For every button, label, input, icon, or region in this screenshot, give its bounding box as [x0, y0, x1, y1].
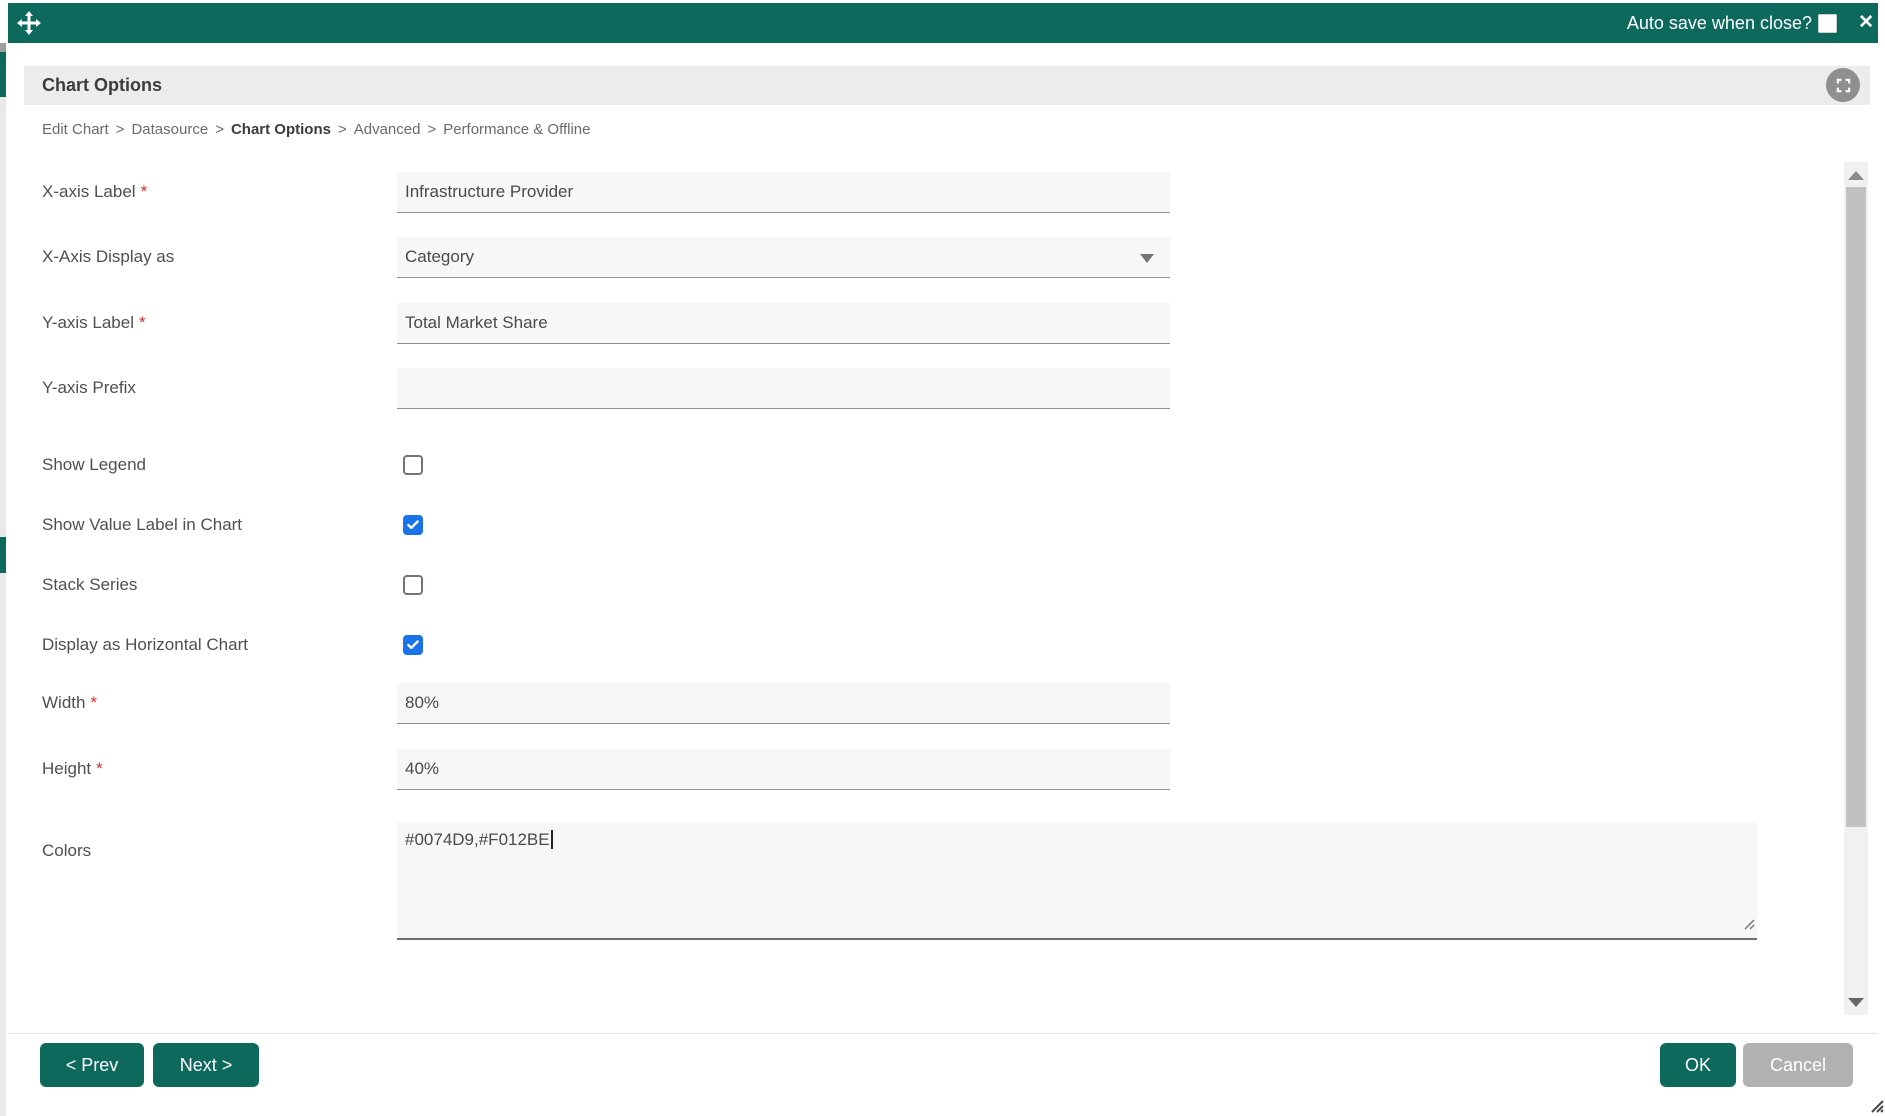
x-axis-display-as-select[interactable]: Category: [397, 237, 1170, 278]
background-sliver: [0, 573, 6, 1116]
next-button[interactable]: Next >: [153, 1043, 259, 1087]
field-label-stack-series: Stack Series: [42, 575, 138, 594]
background-sliver: [0, 537, 6, 573]
cancel-button[interactable]: Cancel: [1743, 1043, 1853, 1087]
text-cursor: [550, 830, 553, 849]
page-title: Chart Options: [42, 75, 162, 95]
scrollbar-thumb[interactable]: [1846, 187, 1866, 827]
dialog-titlebar: Auto save when close? ✕: [8, 3, 1878, 43]
fullscreen-icon: [1836, 78, 1850, 92]
field-label-y-axis-prefix: Y-axis Prefix: [42, 378, 136, 397]
breadcrumb: Edit Chart > Datasource > Chart Options > Adva…: [42, 121, 591, 138]
background-sliver: [0, 43, 6, 52]
breadcrumb-item-performance-offline[interactable]: Performance & Offline: [443, 121, 590, 138]
close-icon[interactable]: ✕: [1858, 3, 1874, 43]
check-icon: [407, 640, 419, 650]
required-marker: *: [96, 759, 103, 778]
colors-value: #0074D9,#F012BE: [405, 830, 550, 849]
field-label-show-value-label: Show Value Label in Chart: [42, 515, 243, 534]
breadcrumb-separator: >: [427, 121, 437, 138]
show-legend-checkbox[interactable]: [403, 455, 423, 475]
breadcrumb-separator: >: [115, 121, 125, 138]
required-marker: *: [90, 693, 98, 712]
field-label-x-axis-display-as: X-Axis Display as: [42, 247, 175, 266]
section-header: Chart Options: [24, 66, 1870, 105]
footer-divider: [8, 1033, 1878, 1034]
field-label-colors: Colors: [42, 841, 92, 860]
breadcrumb-item-edit-chart[interactable]: Edit Chart: [42, 121, 109, 138]
breadcrumb-separator: >: [337, 121, 347, 138]
chart-options-dialog: Auto save when close? ✕ Chart Options Ed…: [0, 0, 1885, 1116]
field-label-horizontal-chart: Display as Horizontal Chart: [42, 635, 248, 654]
colors-textarea[interactable]: #0074D9,#F012BE: [397, 822, 1757, 940]
ok-button[interactable]: OK: [1660, 1043, 1736, 1087]
field-label-width: Width *: [42, 693, 98, 712]
chevron-down-icon: [1140, 254, 1154, 263]
scroll-up-icon[interactable]: [1848, 171, 1864, 180]
field-label-show-legend: Show Legend: [42, 455, 146, 474]
background-sliver: [0, 52, 6, 97]
breadcrumb-separator: >: [215, 121, 224, 138]
y-axis-label-input[interactable]: [397, 303, 1170, 344]
x-axis-label-input[interactable]: [397, 172, 1170, 213]
required-marker: *: [140, 182, 148, 201]
fullscreen-button[interactable]: [1826, 68, 1860, 102]
scroll-down-icon[interactable]: [1848, 998, 1864, 1007]
vertical-scrollbar[interactable]: [1844, 162, 1868, 1015]
breadcrumb-item-datasource[interactable]: Datasource: [131, 121, 208, 138]
autosave-checkbox[interactable]: [1818, 14, 1837, 33]
width-input[interactable]: [397, 683, 1170, 724]
stack-series-checkbox[interactable]: [403, 575, 423, 595]
move-icon[interactable]: [17, 11, 41, 35]
horizontal-chart-checkbox[interactable]: [403, 635, 423, 655]
textarea-resize-handle[interactable]: [1741, 915, 1755, 935]
field-label-x-axis-label: X-axis Label *: [42, 182, 148, 201]
autosave-label: Auto save when close?: [1626, 13, 1812, 33]
check-icon: [407, 520, 419, 530]
breadcrumb-item-chart-options[interactable]: Chart Options: [231, 121, 331, 138]
window-resize-grip[interactable]: [1869, 1098, 1884, 1116]
field-label-y-axis-label: Y-axis Label *: [42, 313, 146, 332]
y-axis-prefix-input[interactable]: [397, 368, 1170, 409]
required-marker: *: [139, 313, 146, 332]
field-label-height: Height *: [42, 759, 103, 778]
height-input[interactable]: [397, 749, 1170, 790]
breadcrumb-item-advanced[interactable]: Advanced: [354, 121, 421, 138]
background-sliver: [0, 97, 6, 537]
selected-option: Category: [405, 247, 474, 266]
prev-button[interactable]: < Prev: [40, 1043, 144, 1087]
show-value-label-checkbox[interactable]: [403, 515, 423, 535]
